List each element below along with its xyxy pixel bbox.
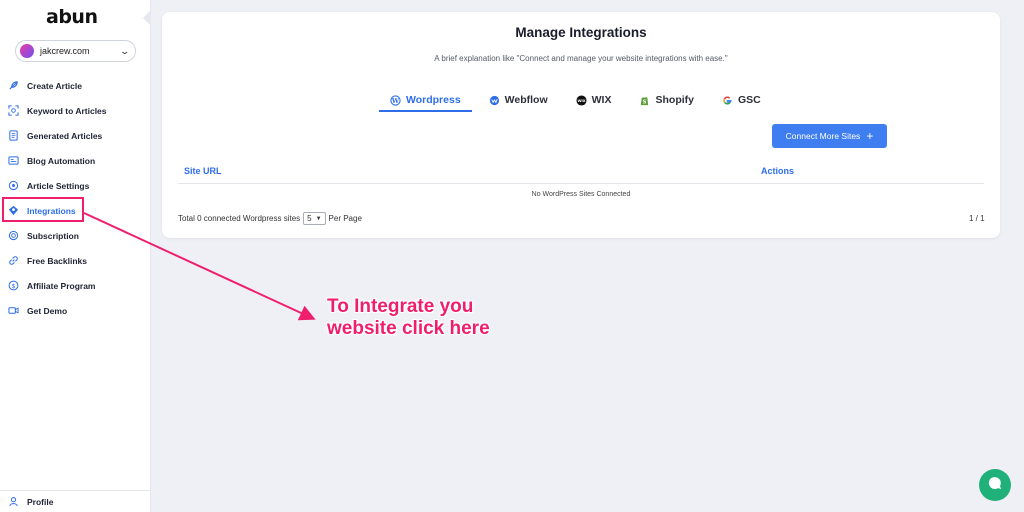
tab-wix[interactable]: WiX WIX bbox=[565, 90, 623, 110]
sidebar-item-create-article[interactable]: Create Article bbox=[0, 73, 151, 98]
annotation-line-1: To Integrate you bbox=[327, 296, 474, 317]
sidebar-item-keyword-to-articles[interactable]: Keyword to Articles bbox=[0, 98, 151, 123]
annotation-highlight-box bbox=[2, 197, 84, 222]
sidebar-item-get-demo[interactable]: Get Demo bbox=[0, 298, 151, 323]
chat-support-button[interactable] bbox=[979, 469, 1011, 501]
sidebar-item-subscription[interactable]: Subscription bbox=[0, 223, 151, 248]
sidebar-item-free-backlinks[interactable]: Free Backlinks bbox=[0, 248, 151, 273]
link-icon bbox=[8, 255, 19, 266]
sidebar-item-label: Affiliate Program bbox=[27, 280, 96, 291]
brand-logo[interactable]: abun bbox=[46, 6, 98, 28]
svg-text:WiX: WiX bbox=[577, 98, 585, 102]
automation-icon bbox=[8, 155, 19, 166]
profile-label: Profile bbox=[27, 496, 54, 507]
tab-label: GSC bbox=[737, 94, 761, 106]
site-selector[interactable]: jakcrew.com ⌄ bbox=[15, 40, 136, 62]
page-indicator: 1 / 1 bbox=[969, 214, 985, 223]
sidebar-item-label: Free Backlinks bbox=[27, 255, 88, 266]
tab-label: Shopify bbox=[655, 94, 694, 106]
tab-label: Webflow bbox=[504, 94, 548, 106]
column-header-site-url[interactable]: Site URL bbox=[184, 166, 222, 176]
settings-shield-icon bbox=[8, 180, 19, 191]
table-footer: Total 0 connected Wordpress sites 5 ▼ Pe… bbox=[178, 212, 362, 225]
chat-bubble-icon bbox=[987, 475, 1003, 496]
subscription-icon bbox=[8, 230, 19, 241]
video-icon bbox=[8, 305, 19, 316]
site-selector-value: jakcrew.com bbox=[40, 46, 90, 56]
tab-label: WIX bbox=[591, 94, 612, 106]
sidebar-item-label: Keyword to Articles bbox=[27, 105, 107, 116]
sidebar-item-profile[interactable]: Profile bbox=[0, 490, 151, 512]
page-title: Manage Integrations bbox=[515, 25, 647, 40]
sidebar-item-label: Create Article bbox=[27, 80, 82, 91]
per-page-select[interactable]: 5 ▼ bbox=[303, 212, 326, 225]
integrations-card: Manage Integrations A brief explanation … bbox=[162, 12, 1000, 238]
per-page-value: 5 bbox=[307, 214, 312, 223]
tab-gsc[interactable]: GSC bbox=[711, 90, 772, 110]
plus-icon: + bbox=[866, 129, 874, 143]
sidebar-item-label: Blog Automation bbox=[27, 155, 96, 166]
scan-keyword-icon bbox=[8, 105, 19, 116]
user-icon bbox=[8, 496, 19, 507]
site-avatar bbox=[20, 44, 34, 58]
document-icon bbox=[8, 130, 19, 141]
sidebar-item-label: Get Demo bbox=[27, 305, 68, 316]
chevron-down-icon: ▼ bbox=[315, 215, 322, 222]
sidebar-item-blog-automation[interactable]: Blog Automation bbox=[0, 148, 151, 173]
sidebar-item-label: Generated Articles bbox=[27, 130, 103, 141]
svg-text:$: $ bbox=[11, 282, 15, 290]
empty-table-message: No WordPress Sites Connected bbox=[531, 191, 631, 198]
sidebar-item-label: Article Settings bbox=[27, 180, 90, 191]
table-divider bbox=[178, 183, 984, 184]
feather-icon bbox=[8, 80, 19, 91]
sidebar-item-article-settings[interactable]: Article Settings bbox=[0, 173, 151, 198]
annotation-callout: To Integrate you website click here bbox=[327, 296, 490, 340]
sidebar-collapse-toggle[interactable] bbox=[143, 10, 151, 26]
google-icon bbox=[722, 95, 733, 106]
tab-shopify[interactable]: S Shopify bbox=[628, 90, 705, 110]
tab-wordpress[interactable]: W Wordpress bbox=[379, 90, 472, 112]
per-page-label: Per Page bbox=[328, 214, 362, 223]
annotation-line-2: website click here bbox=[327, 318, 490, 339]
webflow-icon bbox=[489, 95, 500, 106]
sidebar-item-affiliate-program[interactable]: $ Affiliate Program bbox=[0, 273, 151, 298]
integration-tabs: W Wordpress Webflow WiX WIX S Shopify GS… bbox=[379, 90, 778, 112]
column-header-actions: Actions bbox=[761, 166, 795, 176]
wordpress-icon: W bbox=[390, 94, 401, 106]
total-sites-text: Total 0 connected Wordpress sites bbox=[178, 214, 301, 223]
connect-more-sites-button[interactable]: Connect More Sites + bbox=[772, 124, 887, 148]
sidebar-item-generated-articles[interactable]: Generated Articles bbox=[0, 123, 151, 148]
svg-text:W: W bbox=[391, 96, 400, 104]
wix-icon: WiX bbox=[576, 94, 587, 106]
dollar-icon: $ bbox=[8, 280, 19, 291]
connect-button-label: Connect More Sites bbox=[785, 131, 861, 141]
sidebar-item-label: Subscription bbox=[27, 230, 79, 241]
tab-webflow[interactable]: Webflow bbox=[478, 90, 559, 110]
chevron-down-icon: ⌄ bbox=[119, 45, 131, 56]
svg-text:S: S bbox=[643, 99, 647, 105]
shopify-icon: S bbox=[639, 95, 650, 106]
page-subtitle: A brief explanation like "Connect and ma… bbox=[434, 54, 728, 63]
tab-label: Wordpress bbox=[406, 94, 461, 106]
sidebar: abun jakcrew.com ⌄ Create Article Keywor… bbox=[0, 0, 151, 512]
